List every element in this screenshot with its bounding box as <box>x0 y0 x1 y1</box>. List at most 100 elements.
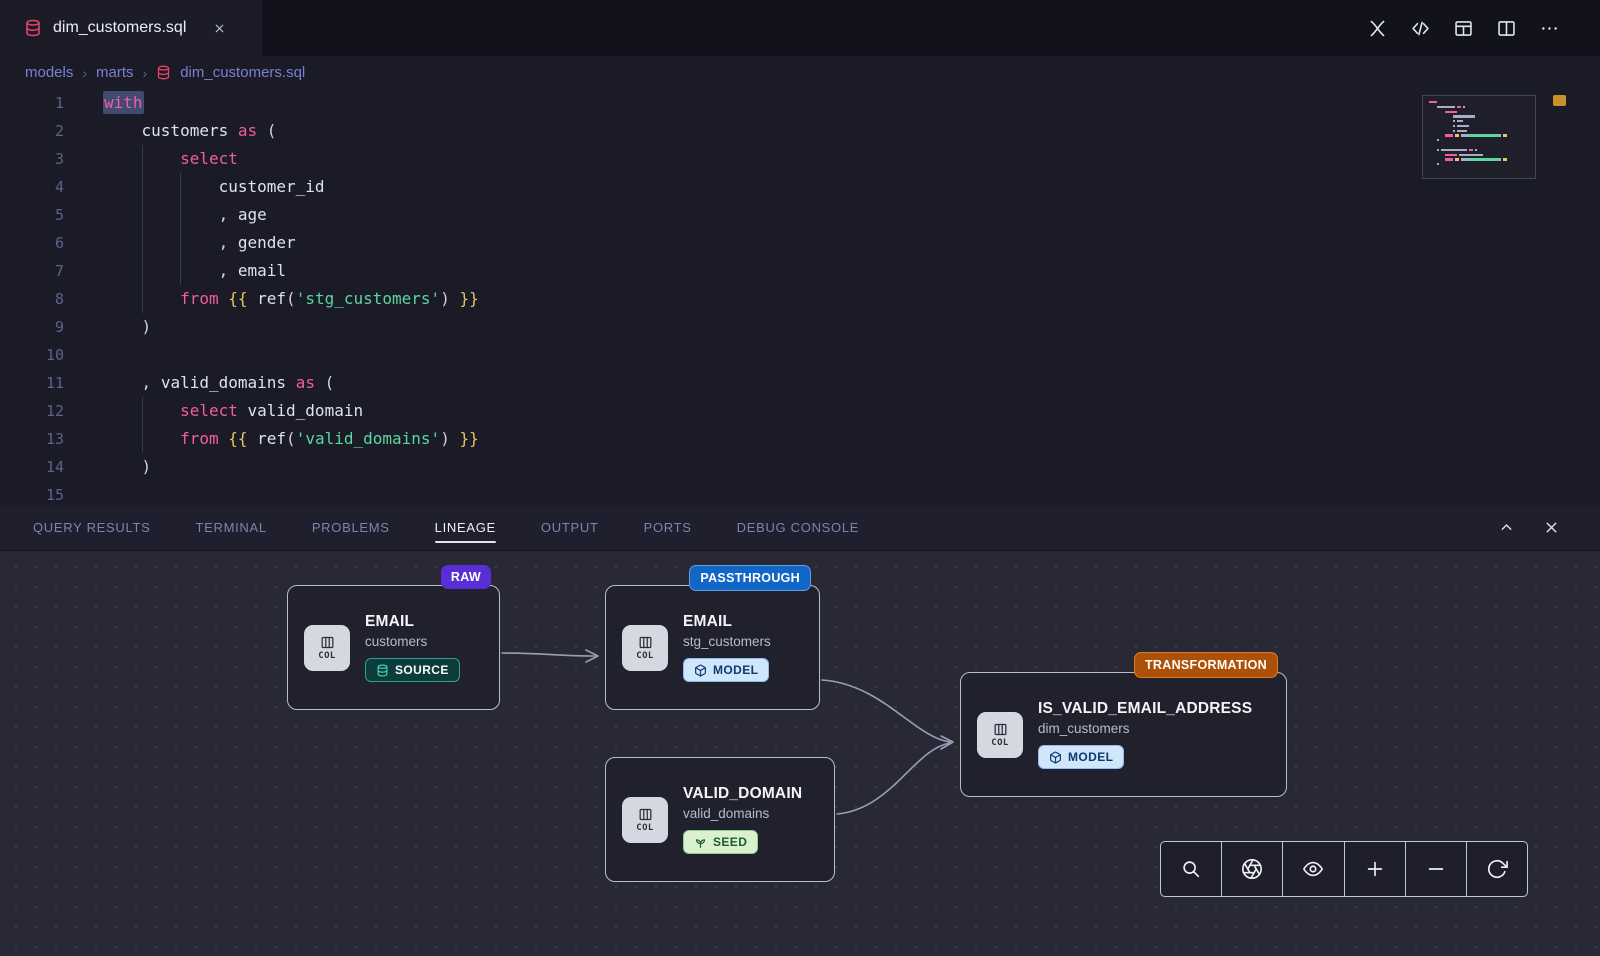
chevron-up-icon[interactable] <box>1498 519 1515 536</box>
node-tag-passthrough: PASSTHROUGH <box>689 565 811 591</box>
line-number: 13 <box>0 425 64 453</box>
line-numbers: 123456789101112131415 <box>0 89 64 505</box>
lineage-node-customers[interactable]: RAWCOLEMAILcustomersSOURCE <box>287 585 500 710</box>
code-line[interactable]: from {{ ref('stg_customers') }} <box>103 285 479 313</box>
indent-guide <box>180 173 181 285</box>
panel-tab-lineage[interactable]: LINEAGE <box>435 505 496 550</box>
lineage-canvas[interactable]: RAW COL EMAIL customers SOURCE PASSTHROUGH COL… <box>0 551 1600 956</box>
node-tag-raw: RAW <box>441 565 491 589</box>
plus-button[interactable] <box>1344 842 1405 896</box>
lineage-node-stg_customers[interactable]: PASSTHROUGHCOLEMAILstg_customersMODEL <box>605 585 820 710</box>
code-line[interactable]: ) <box>103 313 479 341</box>
indent-guide <box>142 145 143 313</box>
node-subtitle: valid_domains <box>683 806 769 821</box>
aperture-button[interactable] <box>1221 842 1282 896</box>
code-line[interactable]: customers as ( <box>103 117 479 145</box>
chevron-right-icon: › <box>82 65 87 81</box>
code-line[interactable]: , gender <box>103 229 479 257</box>
tab-close-icon[interactable] <box>213 22 226 35</box>
node-title: IS_VALID_EMAIL_ADDRESS <box>1038 700 1252 718</box>
column-icon: COL <box>977 712 1023 758</box>
column-icon: COL <box>304 625 350 671</box>
chevron-right-icon: › <box>143 65 148 81</box>
code-line[interactable]: from {{ ref('valid_domains') }} <box>103 425 479 453</box>
panel-tab-output[interactable]: OUTPUT <box>541 505 599 550</box>
code-line[interactable] <box>103 341 479 369</box>
code-area[interactable]: with customers as ( select customer_id ,… <box>103 89 479 505</box>
breadcrumb-file[interactable]: dim_customers.sql <box>180 64 305 81</box>
ide-window: dim_customers.sql models › marts › dim_c… <box>0 0 1600 956</box>
line-number: 9 <box>0 313 64 341</box>
panel-tab-ports[interactable]: PORTS <box>644 505 692 550</box>
database-icon <box>24 19 42 37</box>
breadcrumb: models › marts › dim_customers.sql <box>0 56 1600 89</box>
node-badge-seed: SEED <box>683 830 758 854</box>
line-number: 14 <box>0 453 64 481</box>
code-editor[interactable]: 123456789101112131415 with customers as … <box>0 89 1600 505</box>
node-badge-model: MODEL <box>683 658 769 682</box>
table-icon[interactable] <box>1453 18 1474 39</box>
code-line[interactable]: select valid_domain <box>103 397 479 425</box>
overview-ruler-marker <box>1553 95 1566 106</box>
code-line[interactable]: with <box>103 89 479 117</box>
code-line[interactable]: , age <box>103 201 479 229</box>
node-subtitle: stg_customers <box>683 634 771 649</box>
code-line[interactable]: , valid_domains as ( <box>103 369 479 397</box>
node-subtitle: dim_customers <box>1038 721 1130 736</box>
tab-title: dim_customers.sql <box>53 19 186 37</box>
line-number: 12 <box>0 397 64 425</box>
node-title: VALID_DOMAIN <box>683 785 802 803</box>
panel-tab-problems[interactable]: PROBLEMS <box>312 505 390 550</box>
node-subtitle: customers <box>365 634 427 649</box>
column-icon: COL <box>622 625 668 671</box>
code-line[interactable]: customer_id <box>103 173 479 201</box>
line-number: 1 <box>0 89 64 117</box>
lineage-node-valid_domains[interactable]: COLVALID_DOMAINvalid_domainsSEED <box>605 757 835 882</box>
code-line[interactable]: select <box>103 145 479 173</box>
line-number: 3 <box>0 145 64 173</box>
line-number: 2 <box>0 117 64 145</box>
line-number: 11 <box>0 369 64 397</box>
code-line[interactable]: ) <box>103 453 479 481</box>
code-line[interactable]: , email <box>103 257 479 285</box>
node-title: EMAIL <box>683 613 732 631</box>
node-badge-model: MODEL <box>1038 745 1124 769</box>
split-icon[interactable] <box>1496 18 1517 39</box>
sparkle-icon[interactable] <box>1367 18 1388 39</box>
node-title: EMAIL <box>365 613 414 631</box>
indent-guide <box>142 397 143 453</box>
panel-tab-terminal[interactable]: TERMINAL <box>195 505 266 550</box>
line-number: 10 <box>0 341 64 369</box>
panel-tab-debug-console[interactable]: DEBUG CONSOLE <box>737 505 860 550</box>
code-line[interactable] <box>103 481 479 505</box>
editor-actions <box>1367 0 1600 56</box>
eye-button[interactable] <box>1282 842 1343 896</box>
line-number: 4 <box>0 173 64 201</box>
line-number: 7 <box>0 257 64 285</box>
more-icon[interactable] <box>1539 18 1560 39</box>
panel-actions <box>1498 519 1600 536</box>
panel-tab-bar: QUERY RESULTS TERMINAL PROBLEMS LINEAGE OUTP… <box>0 505 1600 551</box>
minus-button[interactable] <box>1405 842 1466 896</box>
search-button[interactable] <box>1161 842 1221 896</box>
lineage-node-dim_customers[interactable]: TRANSFORMATIONCOLIS_VALID_EMAIL_ADDRESSd… <box>960 672 1287 797</box>
panel-tab-query-results[interactable]: QUERY RESULTS <box>33 505 150 550</box>
breadcrumb-marts[interactable]: marts <box>96 64 134 81</box>
line-number: 5 <box>0 201 64 229</box>
node-badge-source: SOURCE <box>365 658 460 682</box>
bottom-panel: QUERY RESULTS TERMINAL PROBLEMS LINEAGE OUTP… <box>0 505 1600 956</box>
minimap[interactable] <box>1422 95 1536 179</box>
line-number: 15 <box>0 481 64 505</box>
editor-tab-bar: dim_customers.sql <box>0 0 1600 56</box>
code-icon[interactable] <box>1410 18 1431 39</box>
node-tag-transformation: TRANSFORMATION <box>1134 652 1278 678</box>
line-number: 6 <box>0 229 64 257</box>
tab-dim-customers-sql[interactable]: dim_customers.sql <box>0 0 262 56</box>
lineage-toolbar <box>1160 841 1528 897</box>
close-icon[interactable] <box>1543 519 1560 536</box>
breadcrumb-models[interactable]: models <box>25 64 73 81</box>
database-icon <box>156 65 171 80</box>
line-number: 8 <box>0 285 64 313</box>
panel-tabs: QUERY RESULTS TERMINAL PROBLEMS LINEAGE OUTP… <box>33 505 859 550</box>
refresh-button[interactable] <box>1466 842 1527 896</box>
